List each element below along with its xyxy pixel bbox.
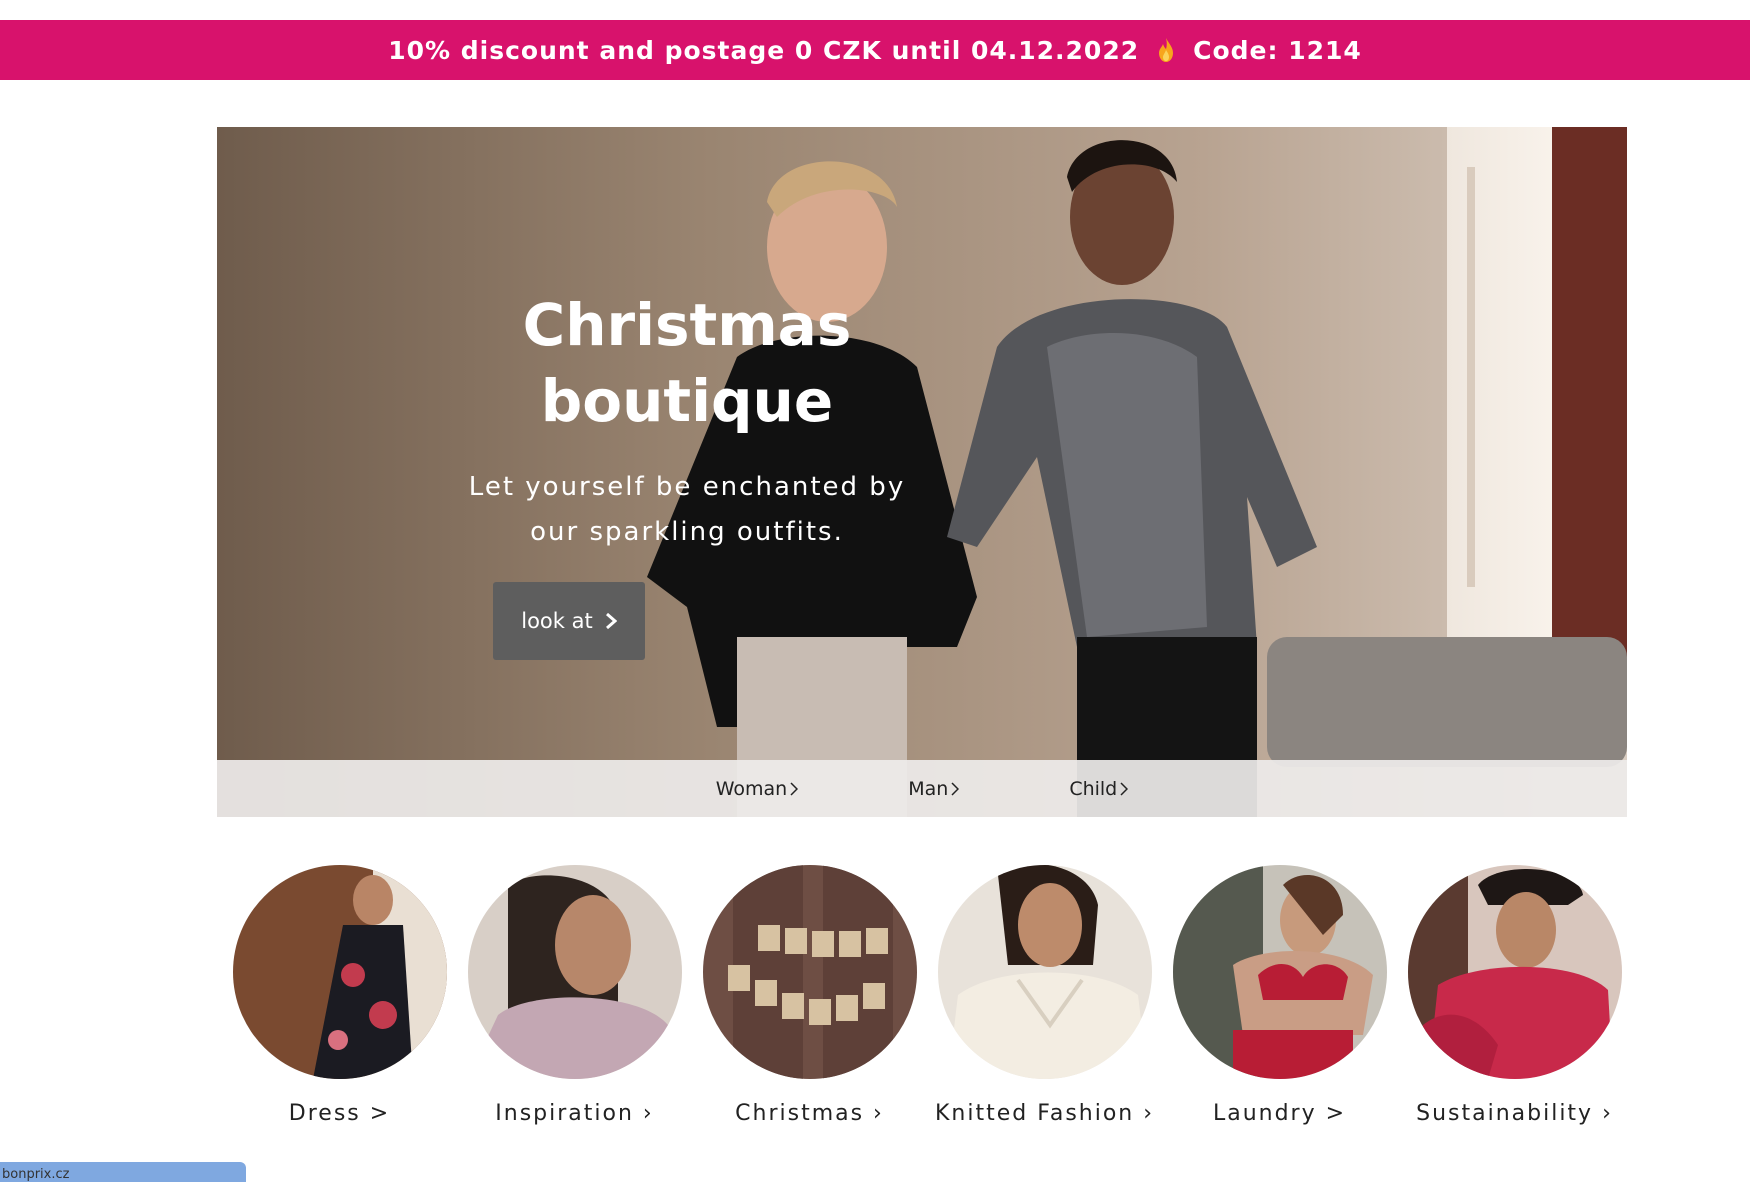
category-image (467, 865, 682, 1079)
promo-code: Code: 1214 (1193, 35, 1362, 65)
category-label: Sustainability › (1416, 1101, 1613, 1126)
promo-banner[interactable]: 10% discount and postage 0 CZK until 04.… (0, 20, 1750, 80)
category-image (1172, 865, 1387, 1079)
flame-icon (1159, 38, 1174, 62)
category-dress[interactable]: Dress > (222, 865, 457, 1126)
category-label: Laundry > (1212, 1101, 1347, 1126)
category-image (937, 865, 1152, 1079)
nav-woman[interactable]: Woman (716, 778, 799, 800)
nav-man[interactable]: Man (848, 777, 960, 800)
category-sustainability[interactable]: Sustainability › (1397, 865, 1632, 1126)
category-label: Dress > (288, 1101, 391, 1126)
promo-text: 10% discount and postage 0 CZK until 04.… (388, 35, 1140, 65)
category-knitted-fashion[interactable]: Knitted Fashion › (927, 865, 1162, 1126)
category-row: Dress > Inspiration › Christmas › Knitte… (220, 865, 1630, 1135)
nav-label: Man (908, 777, 949, 800)
status-url: bonprix.cz (0, 1162, 246, 1182)
chevron-right-icon (605, 612, 617, 630)
category-christmas[interactable]: Christmas › (692, 865, 927, 1126)
category-laundry[interactable]: Laundry > (1162, 865, 1397, 1126)
category-inspiration[interactable]: Inspiration › (457, 865, 692, 1126)
category-image (1407, 865, 1622, 1079)
chevron-right-icon (1120, 781, 1129, 796)
category-image (232, 865, 447, 1079)
chevron-right-icon (951, 781, 960, 796)
hero-subtitle-line: our sparkling outfits. (530, 517, 844, 547)
nav-label: Child (1069, 777, 1118, 800)
category-label: Christmas › (735, 1101, 884, 1126)
look-at-button-label: look at (521, 609, 593, 633)
hero-subtitle-line: Let yourself be enchanted by (468, 472, 906, 502)
hero-title-line: Christmas (522, 291, 852, 359)
category-image (702, 865, 917, 1079)
hero-banner[interactable]: Christmas boutique Let yourself be encha… (217, 127, 1627, 817)
nav-label: Woman (715, 777, 788, 800)
category-label: Knitted Fashion › (934, 1101, 1155, 1126)
hero-category-nav: Woman Man Child (217, 760, 1627, 817)
hero-subtitle: Let yourself be enchanted by our sparkli… (337, 465, 1037, 555)
hero-title-line: boutique (540, 367, 834, 435)
look-at-button[interactable]: look at (493, 582, 645, 660)
hero-title: Christmas boutique (417, 287, 957, 439)
nav-child[interactable]: Child (1009, 777, 1129, 800)
category-label: Inspiration › (495, 1101, 654, 1126)
chevron-right-icon (790, 781, 799, 796)
